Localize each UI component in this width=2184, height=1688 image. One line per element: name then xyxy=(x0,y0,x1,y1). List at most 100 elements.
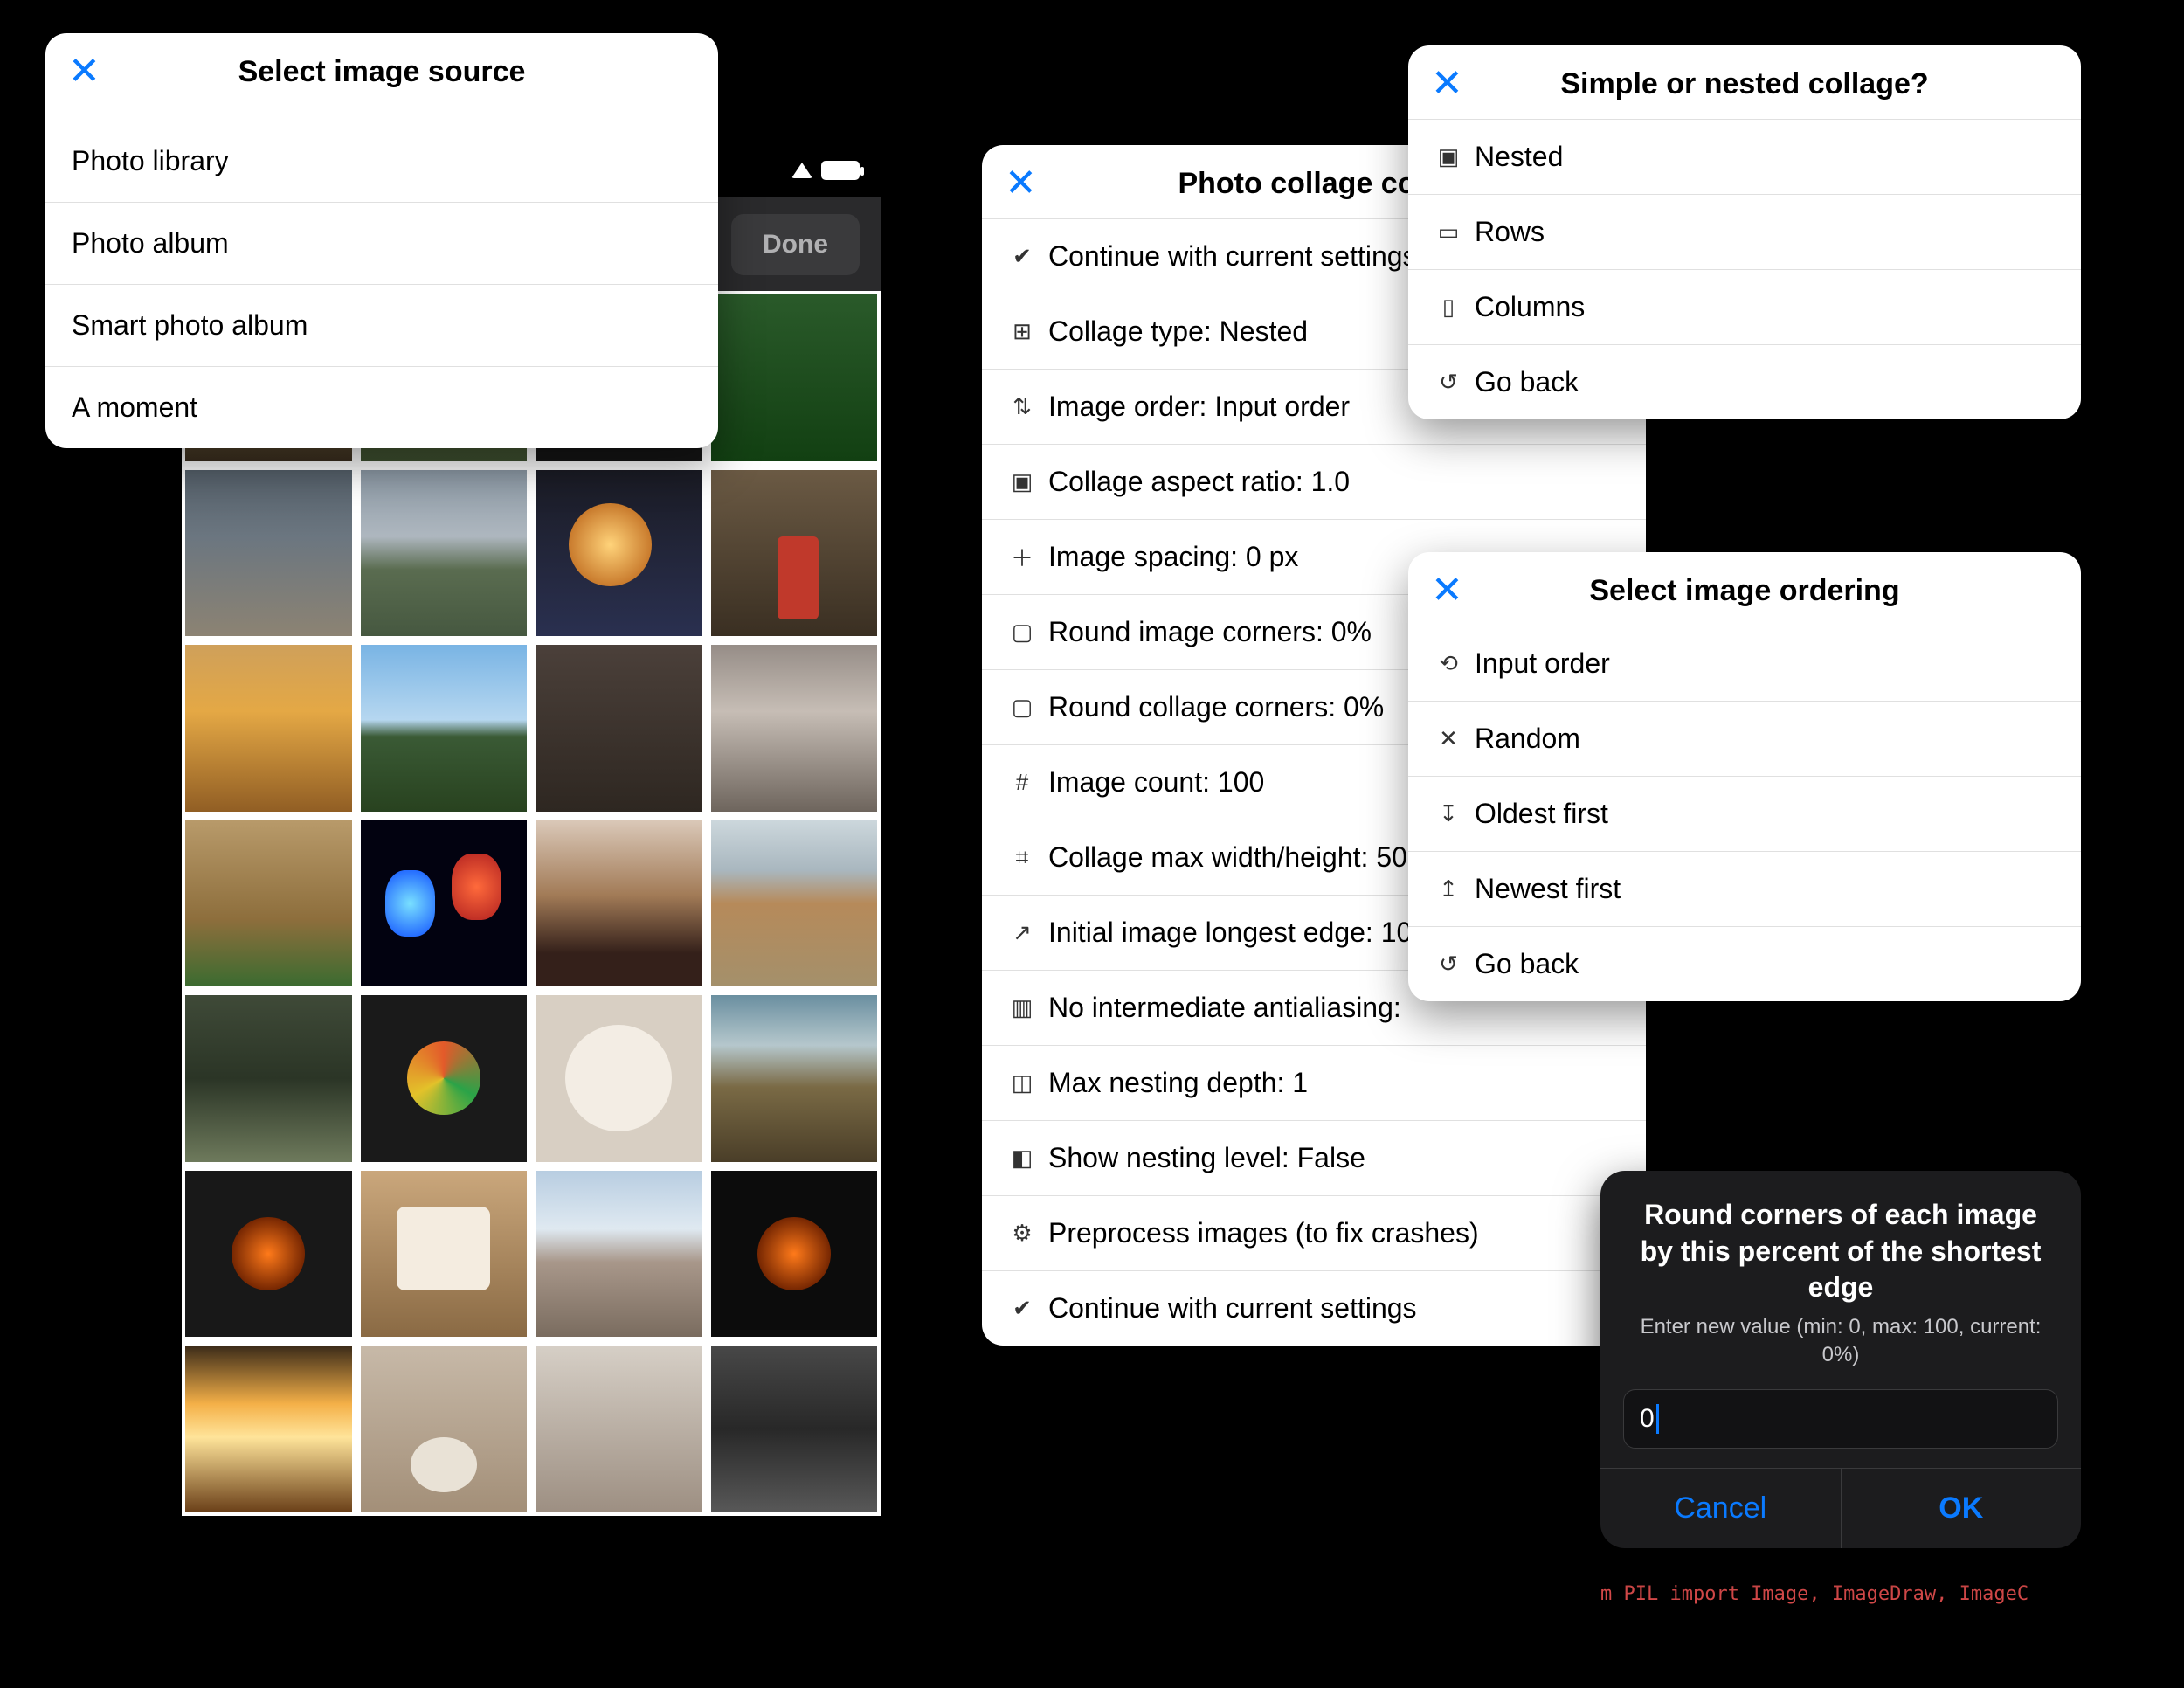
ordering-header: ✕ Select image ordering xyxy=(1408,552,2081,626)
ordering-option[interactable]: ↥Newest first xyxy=(1408,852,2081,927)
source-option-label: A moment xyxy=(72,391,197,424)
config-option-label: Collage aspect ratio: 1.0 xyxy=(1048,466,1350,498)
photo-thumb[interactable] xyxy=(361,1171,528,1338)
photo-thumb[interactable] xyxy=(536,1171,702,1338)
round-corners-alert: Round corners of each image by this perc… xyxy=(1600,1171,2081,1548)
config-option-icon: ◫ xyxy=(1008,1069,1036,1097)
photo-thumb[interactable] xyxy=(536,1346,702,1512)
config-option-label: Continue with current settings xyxy=(1048,240,1417,273)
ordering-option-label: Oldest first xyxy=(1475,798,1608,830)
config-option-icon: ▣ xyxy=(1008,468,1036,495)
collage-type-option[interactable]: ▯ Columns xyxy=(1408,270,2081,345)
ordering-option[interactable]: ↺Go back xyxy=(1408,927,2081,1001)
photo-thumb[interactable] xyxy=(711,1171,878,1338)
collage-type-panel: ✕ Simple or nested collage? ▣Nested▭Rows… xyxy=(1408,45,2081,419)
source-option-label: Photo album xyxy=(72,227,229,259)
config-option-icon: # xyxy=(1008,769,1036,796)
photo-thumb[interactable] xyxy=(711,294,878,461)
config-option-label: Initial image longest edge: 100 xyxy=(1048,917,1427,949)
config-option-icon: ⊞ xyxy=(1008,318,1036,345)
config-option[interactable]: ✔Continue with current settings xyxy=(982,1271,1646,1346)
photo-thumb[interactable] xyxy=(711,995,878,1162)
photo-thumb[interactable] xyxy=(185,470,352,637)
photo-thumb[interactable] xyxy=(185,1171,352,1338)
source-option[interactable]: Photo album xyxy=(45,203,718,285)
collage-type-option-label: Columns xyxy=(1475,291,1585,323)
photo-thumb[interactable] xyxy=(361,645,528,812)
code-strip: m PIL import Image, ImageDraw, ImageC xyxy=(1600,1583,2028,1605)
photo-thumb[interactable] xyxy=(185,1346,352,1512)
config-option-label: No intermediate antialiasing: xyxy=(1048,992,1401,1024)
config-option[interactable]: ⚙Preprocess images (to fix crashes) xyxy=(982,1196,1646,1271)
ordering-option-label: Input order xyxy=(1475,647,1610,680)
photo-thumb[interactable] xyxy=(361,470,528,637)
close-icon[interactable]: ✕ xyxy=(1431,65,1469,103)
config-option-label: Preprocess images (to fix crashes) xyxy=(1048,1217,1479,1249)
photo-thumb[interactable] xyxy=(711,470,878,637)
source-option[interactable]: Smart photo album xyxy=(45,285,718,367)
alert-subtitle: Enter new value (min: 0, max: 100, curre… xyxy=(1600,1313,2081,1389)
collage-type-option-icon: ▣ xyxy=(1434,143,1462,170)
photo-thumb[interactable] xyxy=(536,995,702,1162)
ordering-option-icon: ⟲ xyxy=(1434,650,1462,677)
config-option-label: Collage type: Nested xyxy=(1048,315,1308,348)
ordering-option[interactable]: ⟲ Input order xyxy=(1408,626,2081,702)
close-icon[interactable]: ✕ xyxy=(1431,571,1469,610)
source-option[interactable]: A moment xyxy=(45,367,718,448)
config-option-label: Show nesting level: False xyxy=(1048,1142,1365,1174)
alert-input[interactable]: 0 xyxy=(1623,1389,2058,1449)
photo-thumb[interactable] xyxy=(711,1346,878,1512)
config-option-icon: ◧ xyxy=(1008,1145,1036,1172)
photo-thumb[interactable] xyxy=(711,820,878,987)
source-option-label: Photo library xyxy=(72,145,229,177)
config-option-icon: ▢ xyxy=(1008,619,1036,646)
collage-type-option-icon: ↺ xyxy=(1434,369,1462,396)
alert-title: Round corners of each image by this perc… xyxy=(1600,1171,2081,1313)
photo-thumb[interactable] xyxy=(711,645,878,812)
collage-type-option-label: Go back xyxy=(1475,366,1579,398)
close-icon[interactable]: ✕ xyxy=(68,52,107,91)
photo-thumb[interactable] xyxy=(361,820,528,987)
config-option[interactable]: ◫ Max nesting depth: 1 xyxy=(982,1046,1646,1121)
collage-type-option[interactable]: ▭Rows xyxy=(1408,195,2081,270)
config-option[interactable]: ◧ Show nesting level: False xyxy=(982,1121,1646,1196)
alert-input-value: 0 xyxy=(1640,1404,1655,1434)
collage-type-option[interactable]: ▣Nested xyxy=(1408,120,2081,195)
done-button[interactable]: Done xyxy=(731,214,860,275)
photo-grid xyxy=(182,291,881,1516)
source-option[interactable]: Photo library xyxy=(45,121,718,203)
photo-thumb[interactable] xyxy=(536,645,702,812)
config-option-label: Image spacing: 0 px xyxy=(1048,541,1298,573)
ordering-option[interactable]: ✕Random xyxy=(1408,702,2081,777)
cancel-button[interactable]: Cancel xyxy=(1600,1469,1841,1548)
photo-thumb[interactable] xyxy=(185,820,352,987)
config-option-icon: ▥ xyxy=(1008,994,1036,1021)
photo-thumb[interactable] xyxy=(536,470,702,637)
wifi-icon xyxy=(791,163,812,178)
text-caret xyxy=(1656,1404,1659,1434)
config-option-label: Round collage corners: 0% xyxy=(1048,691,1384,723)
ordering-option[interactable]: ↧Oldest first xyxy=(1408,777,2081,852)
ok-button[interactable]: OK xyxy=(1841,1469,2082,1548)
photo-thumb[interactable] xyxy=(361,995,528,1162)
collage-type-option-icon: ▯ xyxy=(1434,294,1462,321)
collage-type-option-label: Rows xyxy=(1475,216,1545,248)
config-option-label: Collage max width/height: 500 xyxy=(1048,841,1423,874)
photo-thumb[interactable] xyxy=(185,995,352,1162)
photo-thumb[interactable] xyxy=(536,820,702,987)
ordering-option-label: Go back xyxy=(1475,948,1579,980)
source-title: Select image source xyxy=(107,55,695,89)
battery-icon xyxy=(821,161,860,180)
config-option-icon: ＋ xyxy=(1008,541,1036,573)
alert-actions: Cancel OK xyxy=(1600,1468,2081,1548)
config-option[interactable]: ▣ Collage aspect ratio: 1.0 xyxy=(982,445,1646,520)
config-option-icon: ⌗ xyxy=(1008,844,1036,872)
close-icon[interactable]: ✕ xyxy=(1005,164,1043,203)
collage-type-option[interactable]: ↺ Go back xyxy=(1408,345,2081,419)
ordering-title: Select image ordering xyxy=(1469,574,2058,608)
photo-thumb[interactable] xyxy=(185,645,352,812)
photo-thumb[interactable] xyxy=(361,1346,528,1512)
config-option-icon: ↗ xyxy=(1008,919,1036,946)
config-option-label: Max nesting depth: 1 xyxy=(1048,1067,1308,1099)
ordering-option-icon: ↥ xyxy=(1434,875,1462,903)
